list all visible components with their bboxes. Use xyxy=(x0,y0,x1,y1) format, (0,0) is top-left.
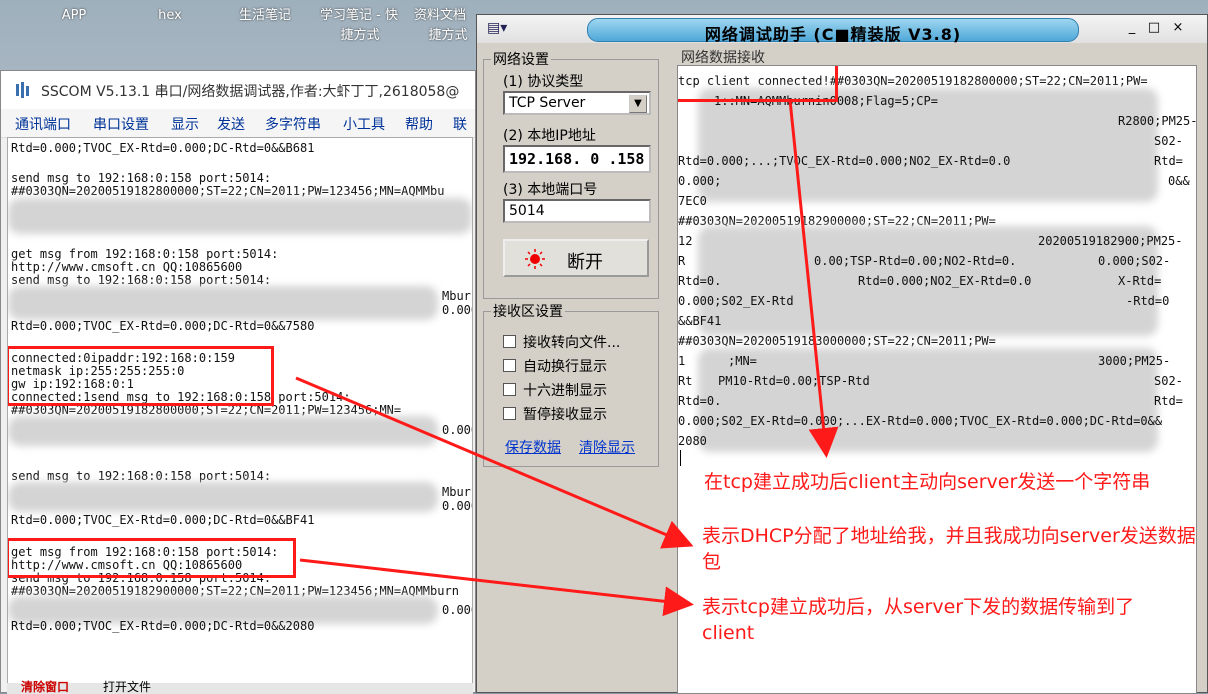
annotation-server-data-to-client: 表示tcp建立成功后，从server下发的数据传输到了client xyxy=(702,596,1135,644)
annotation-arrows xyxy=(295,99,839,617)
annotation-dhcp-assigned: 表示DHCP分配了地址给我，并且我成功向server发送数据包 xyxy=(702,525,1196,573)
annotation-client-sends-string: 在tcp建立成功后client主动向server发送一个字符串 xyxy=(704,471,1151,493)
arrow-to-annotation-3 xyxy=(299,558,694,617)
arrow-to-annotation-1 xyxy=(788,99,839,458)
arrow-to-annotation-2 xyxy=(295,376,694,549)
